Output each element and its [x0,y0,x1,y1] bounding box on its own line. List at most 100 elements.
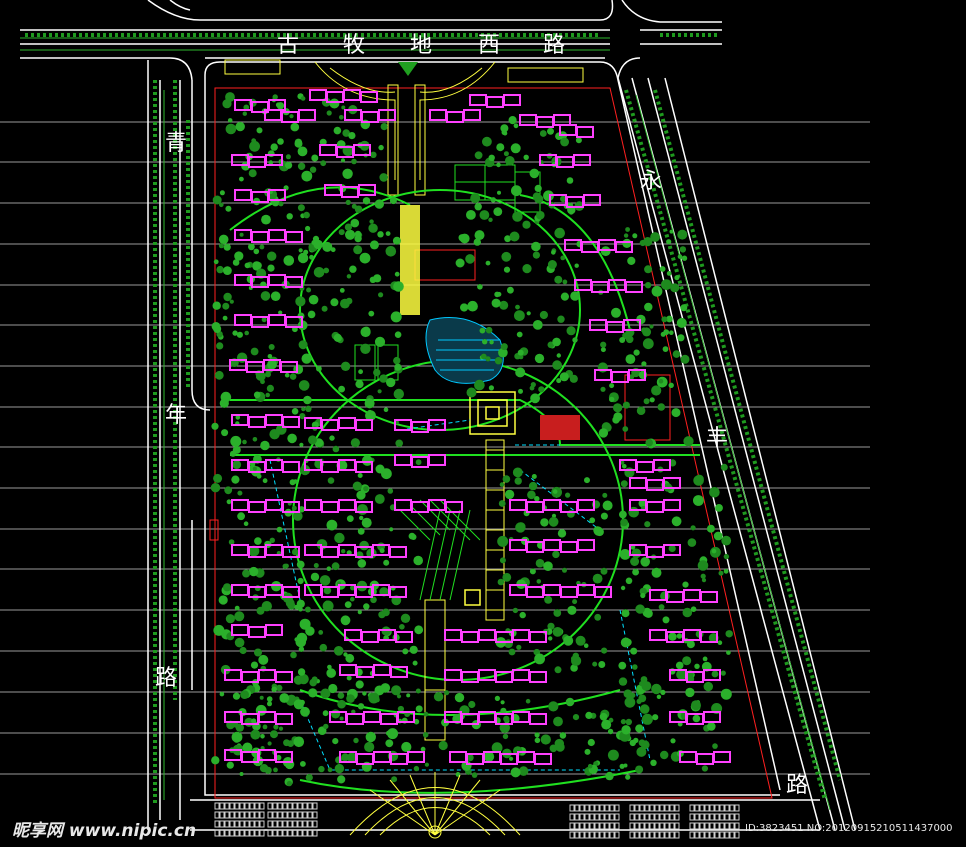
tree [391,776,398,783]
tree [623,689,633,698]
road-char-top-2: 地 [410,33,432,58]
tree [260,734,265,739]
tree [609,396,615,403]
tree [305,225,311,232]
building [444,711,547,725]
tree [400,613,411,623]
tree [216,342,224,350]
tree [327,767,333,773]
tree [395,439,404,448]
tree [466,387,477,398]
tree [297,577,304,585]
tree [518,388,523,394]
tree [509,231,520,242]
tree [414,625,424,635]
tree [218,234,229,245]
tree [357,703,365,710]
tree [322,710,329,717]
tree [385,246,397,257]
tree [531,241,541,252]
tree [279,693,290,703]
tree [305,626,315,636]
tree [540,518,549,527]
tree [297,668,306,676]
tree [474,230,485,241]
tree [600,347,606,353]
tree [342,168,353,179]
tree [355,380,364,389]
tree [303,385,309,391]
tree [332,445,340,453]
tree [500,707,507,714]
tree [266,696,273,702]
tree [556,353,561,358]
tree [607,728,614,735]
tree [277,138,284,145]
tree [661,316,668,323]
tree [232,445,241,454]
tree [285,154,291,160]
tree [658,604,665,610]
tree [632,233,638,239]
tree [331,562,340,571]
tree [309,254,314,260]
tree [304,606,311,613]
tree [244,262,251,269]
tree [644,265,653,274]
tree [560,292,570,301]
tree [516,522,526,531]
tree [359,540,369,551]
tree [240,690,250,699]
tree [362,197,371,205]
tree [560,255,566,261]
tree [378,292,384,298]
tree [301,407,306,412]
tree [470,193,481,204]
tree [226,499,232,505]
tree [289,479,296,486]
tree [232,330,238,336]
tree [267,701,272,707]
tree [239,646,247,655]
tree [707,722,716,731]
tree [374,336,386,347]
tree [649,397,655,403]
tree [515,304,520,310]
tree [337,692,345,699]
tree [624,696,636,708]
tree [633,349,640,356]
tree [526,311,531,316]
tree [219,691,225,697]
tree [333,646,344,656]
tree [264,766,272,774]
tree [602,492,608,498]
tree [534,194,544,204]
tree [700,573,706,579]
tree [650,232,660,242]
tree [338,385,345,393]
tree [239,176,244,182]
tree [318,765,325,773]
tree [232,259,240,266]
tree [271,581,282,592]
tree [503,715,510,723]
tree [682,607,693,618]
tree [219,190,225,196]
tree [222,302,230,310]
tree [508,116,517,125]
tree [697,560,709,571]
tree [522,220,531,229]
tree [331,709,341,719]
tree [536,579,542,584]
tree [713,531,723,541]
tree [234,605,240,611]
tree [534,653,545,665]
tree [339,716,344,721]
tree [504,489,515,500]
tree [572,337,578,343]
tree [297,252,309,264]
tree [620,719,627,725]
tree [267,150,275,158]
tree [672,350,681,358]
tree [260,291,271,301]
